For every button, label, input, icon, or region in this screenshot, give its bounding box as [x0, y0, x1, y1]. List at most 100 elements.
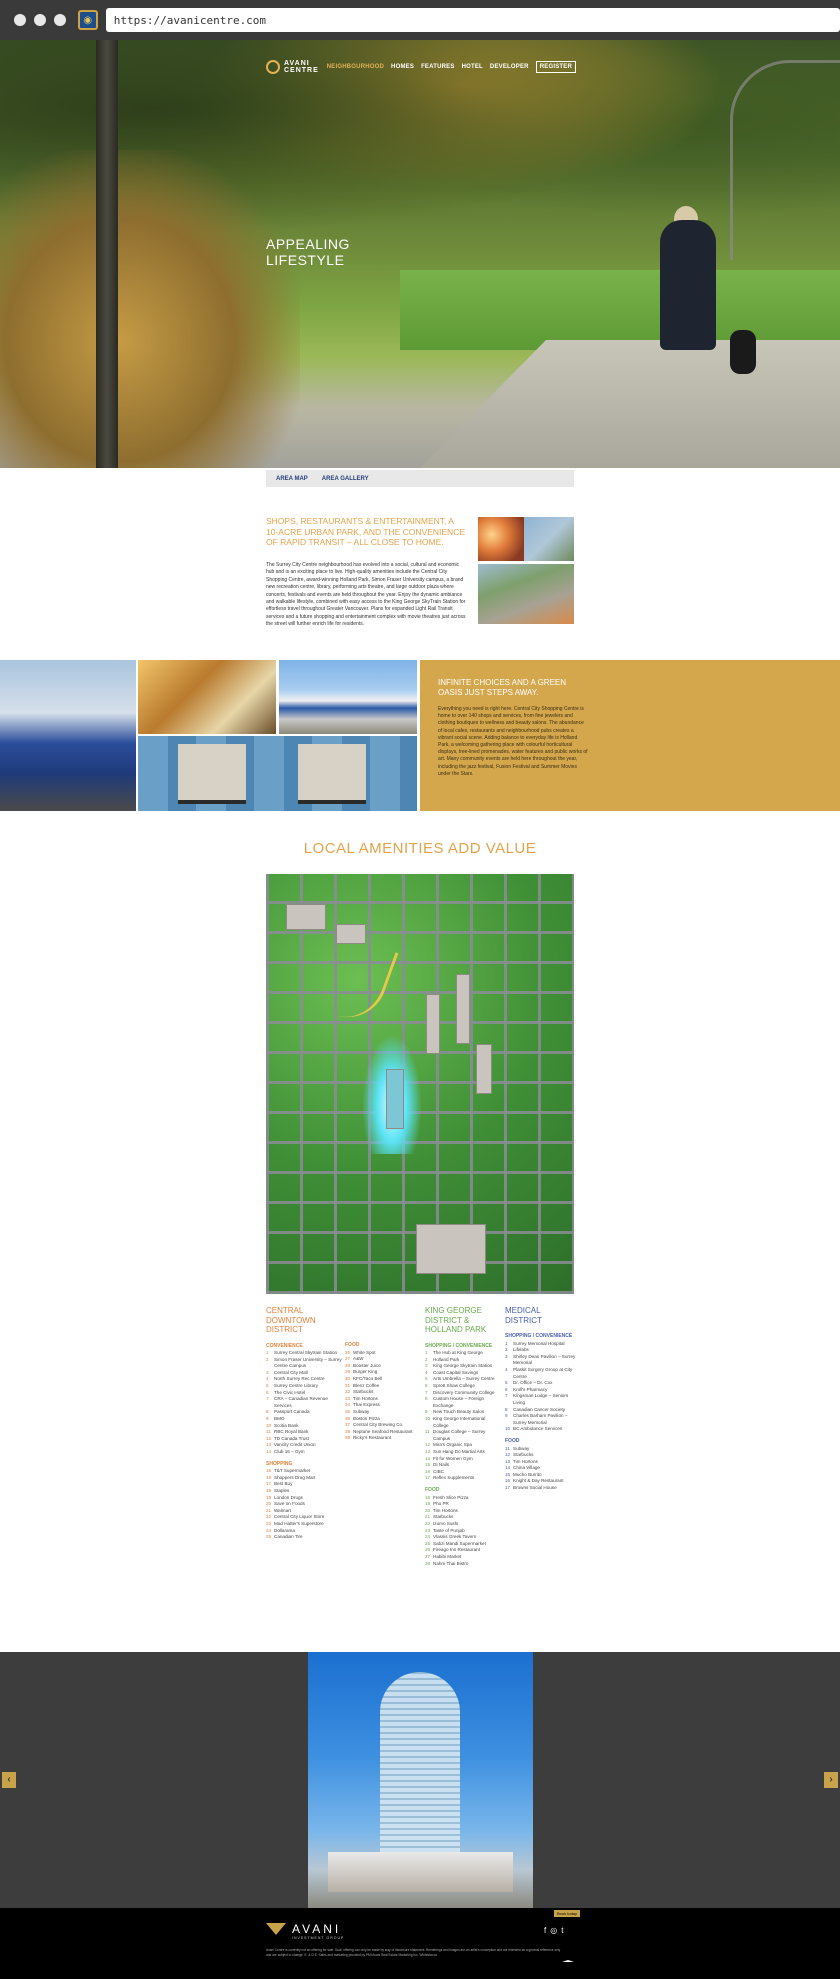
tab-area-map[interactable]: AREA MAP: [276, 476, 308, 482]
amenity-number: 5: [505, 1380, 508, 1386]
amenity-number: 31: [345, 1382, 351, 1388]
amenity-name: Blenz Coffee: [353, 1382, 380, 1388]
amenity-number: 20: [266, 1501, 272, 1507]
amenity-number: 8: [505, 1406, 508, 1412]
amenity-name: China Village: [513, 1465, 540, 1471]
amenity-number: 15: [425, 1462, 431, 1468]
amenity-number: 19: [266, 1494, 272, 1500]
legend-central-downtown: CENTRAL DOWNTOWN DISTRICT CONVENIENCE 1S…: [266, 1306, 342, 1541]
map-building: [456, 974, 470, 1044]
amenity-list-item: 14 China Village: [505, 1465, 577, 1472]
gallery-next-arrow-icon[interactable]: ›: [824, 1772, 838, 1788]
map-avani-tower: [386, 1069, 404, 1129]
amenity-number: 13: [266, 1442, 272, 1448]
nav-item-neighbourhood[interactable]: NEIGHBOURHOOD: [327, 64, 384, 70]
amenity-name: Thai Express: [353, 1402, 380, 1408]
amenity-name: Burger King: [353, 1369, 378, 1375]
amenity-number: 7: [505, 1393, 508, 1399]
amenity-list-item: 3 Shirley Dean Pavilion – Surrey Memorial: [505, 1354, 577, 1367]
tower-facade: [380, 1672, 460, 1882]
amenity-number: 16: [266, 1474, 272, 1480]
amenity-name: Kroll's Pharmacy: [513, 1386, 548, 1392]
legend-king-george: KING GEORGE DISTRICT & HOLLAND PARK SHOP…: [425, 1306, 501, 1567]
area-map[interactable]: [266, 874, 574, 1294]
hero-title-line-2: LIFESTYLE: [266, 252, 345, 268]
logo-mark-icon: [266, 60, 280, 74]
amenity-number: 21: [266, 1507, 272, 1513]
logo-line-2: CENTRE: [284, 67, 319, 74]
amenity-name: Fit for Women Gym: [433, 1455, 473, 1461]
amenity-number: 13: [425, 1449, 431, 1454]
amenity-list-item: 24 Dollarama: [266, 1528, 342, 1535]
stepping-stone: [298, 744, 366, 804]
footer-logo[interactable]: AVANI INVESTMENT GROUP: [266, 1922, 343, 1940]
amenity-number: 26: [345, 1349, 351, 1355]
amenity-number: 7: [425, 1389, 428, 1395]
amenity-number: 1: [425, 1350, 428, 1356]
gallery-photo-avani-tower: [308, 1652, 533, 1908]
tab-area-gallery[interactable]: AREA GALLERY: [322, 476, 369, 482]
amenity-number: 15: [505, 1471, 511, 1477]
twitter-icon[interactable]: t: [561, 1926, 563, 1935]
amenity-name: Fresh Slice Pizza: [433, 1494, 469, 1500]
stepping-stone: [178, 744, 246, 804]
hero-lawn: [400, 270, 840, 350]
logo-text: AVANI CENTRE: [284, 60, 319, 74]
instagram-icon[interactable]: ◎: [550, 1926, 557, 1935]
nav-item-homes[interactable]: HOMES: [391, 64, 414, 70]
page: { "browser": {"url": "https://avanicentr…: [0, 0, 840, 1979]
amenity-name: Canadian Cancer Society: [513, 1406, 566, 1412]
nav-item-hotel[interactable]: HOTEL: [462, 64, 483, 70]
footer-logo-mark-icon: [266, 1923, 286, 1935]
amenity-name: Surrey Central Skytrain Station: [274, 1350, 338, 1356]
amenity-name: Coast Capital Savings: [433, 1369, 479, 1375]
amenity-number: 5: [266, 1383, 269, 1389]
amenity-name: Vlassis Greek Tavern: [433, 1534, 477, 1540]
amenity-list-item: 16 Knight & Day Restaurant: [505, 1478, 577, 1485]
amenity-list-item: 8 Passport Canada: [266, 1409, 342, 1416]
amenity-number: 28: [425, 1560, 431, 1566]
amenity-name: Scotia Bank: [274, 1422, 299, 1428]
window-minimize-dot[interactable]: [33, 14, 46, 26]
amenity-name: Reflex Supplements: [433, 1475, 475, 1481]
map-building: [336, 924, 366, 944]
gallery-prev-arrow-icon[interactable]: ‹: [2, 1772, 16, 1788]
amenity-list-item: 8 Custom House – Foreign Exchange: [425, 1396, 501, 1409]
photo-gallery: [0, 1652, 840, 1908]
amenity-list-item: 17 Browns Social House: [505, 1485, 577, 1492]
facebook-icon[interactable]: f: [544, 1926, 546, 1935]
amenity-name: RBC Royal Bank: [274, 1429, 309, 1435]
amenity-number: 5: [425, 1376, 428, 1382]
amenity-number: 16: [505, 1478, 511, 1484]
amenity-name: King George International College: [433, 1416, 486, 1428]
intro-heading: SHOPS, RESTAURANTS & ENTERTAINMENT, A 10…: [266, 516, 466, 547]
amenity-list-item: 13 Sun Hang Do Martial Arts: [425, 1449, 501, 1456]
amenity-list-item: 37 Central City Brewing Co.: [345, 1422, 419, 1429]
nav-item-developer[interactable]: DEVELOPER: [490, 64, 529, 70]
amenity-number: 6: [505, 1386, 508, 1392]
legend-medical-food-label: FOOD: [505, 1437, 520, 1444]
nav-item-features[interactable]: FEATURES: [421, 64, 455, 70]
amenity-list-item: 16 Shoppers Drug Mart: [266, 1475, 342, 1482]
window-maximize-dot[interactable]: [53, 14, 66, 26]
amenity-list-item: 34 Thai Express: [345, 1402, 419, 1409]
amenity-list-item: 12 TD Canada Trust: [266, 1436, 342, 1443]
map-road-highlight: [333, 939, 399, 1029]
amenity-number: 8: [266, 1409, 269, 1415]
amenity-number: 36: [345, 1415, 351, 1421]
amenity-name: White Spot: [353, 1349, 376, 1355]
amenity-number: 12: [266, 1435, 272, 1441]
amenity-number: 35: [345, 1408, 351, 1414]
address-bar[interactable]: https://avanicentre.com: [105, 8, 840, 32]
hero-dog: [730, 330, 756, 374]
legend-central-convenience-list: 1 Surrey Central Skytrain Station 2 Simon F…: [266, 1350, 342, 1456]
window-close-dot[interactable]: [14, 14, 26, 26]
register-button[interactable]: REGISTER: [535, 61, 576, 73]
amenity-name: New Touch Beauty Salon: [433, 1409, 485, 1415]
amenity-number: 1: [505, 1340, 508, 1346]
book-today-badge[interactable]: Book today: [554, 1910, 581, 1917]
amenity-number: 17: [425, 1475, 431, 1481]
site-logo[interactable]: AVANI CENTRE: [266, 60, 319, 74]
amenity-list-item: 26 Fireago Inn Restaurant: [425, 1547, 501, 1554]
amenity-list-item: 1 Surrey Memorial Hospital: [505, 1341, 577, 1348]
